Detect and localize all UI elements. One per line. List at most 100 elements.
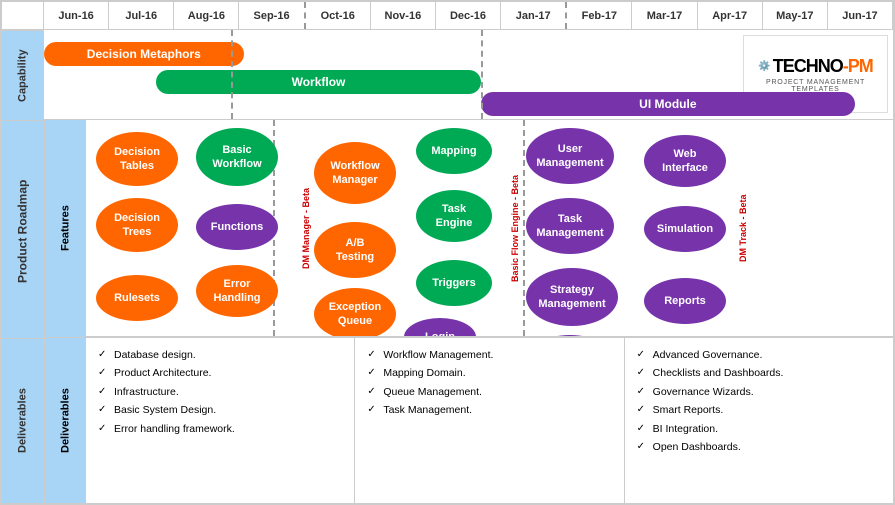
capability-bar-workflow: Workflow [156,70,480,94]
logo-subtitle: PROJECT MANAGEMENT TEMPLATES [748,79,883,93]
capability-row-label: Capability [2,30,43,120]
month-nov16: Nov-16 [371,2,436,29]
checkmark: ✓ [98,364,110,382]
cap-dashed-line-7 [481,30,483,119]
capability-bar-ui-module: UI Module [481,92,855,116]
month-jun17: Jun-17 [828,2,893,29]
features-label: Features [44,120,86,337]
deliverable-item: ✓Advanced Governance. [637,346,881,364]
deliverable-text: Error handling framework. [114,420,235,438]
oval-task-engine: Task Engine [416,190,492,242]
oval-workflow-manager: Workflow Manager [314,142,396,204]
month-jul16: Jul-16 [109,2,174,29]
deliverable-text: Checklists and Dashboards. [653,364,784,382]
deliverable-text: BI Integration. [653,420,718,438]
month-feb17: Feb-17 [567,2,632,29]
checkmark: ✓ [98,420,110,438]
deliverable-item: ✓Queue Management. [367,383,611,401]
deliverable-text: Smart Reports. [653,401,724,419]
month-jun16: Jun-16 [44,2,109,29]
checkmark: ✓ [637,401,649,419]
checkmark: ✓ [367,383,379,401]
oval-mapping: Mapping [416,128,492,174]
deliverables-col-0: ✓Database design.✓Product Architecture.✓… [86,338,355,503]
deliverable-item: ✓Open Dashboards. [637,438,881,456]
checkmark: ✓ [637,438,649,456]
month-apr17: Apr-17 [698,2,763,29]
oval-decision-tables: Decision Tables [96,132,178,186]
oval-triggers: Triggers [416,260,492,306]
month-may17: May-17 [763,2,828,29]
deliverables-section: Deliverables ✓Database design.✓Product A… [44,338,893,503]
cap-dashed-line-3 [231,30,233,119]
oval-web-interface: Web Interface [644,135,726,187]
deliverable-item: ✓Error handling framework. [98,420,342,438]
checkmark: ✓ [98,346,110,364]
checkmark: ✓ [367,364,379,382]
deliverables-col-1: ✓Workflow Management.✓Mapping Domain.✓Qu… [355,338,624,503]
checkmark: ✓ [637,364,649,382]
oval-decision-trees: Decision Trees [96,198,178,252]
beta-label: DM Manager - Beta [299,120,313,336]
corner-spacer [2,2,44,29]
checkmark: ✓ [637,420,649,438]
deliverable-text: Governance Wizards. [653,383,754,401]
deliverable-item: ✓Infrastructure. [98,383,342,401]
checkmark: ✓ [367,401,379,419]
deliverable-text: Database design. [114,346,196,364]
checkmark: ✓ [637,383,649,401]
month-dec16: Dec-16 [436,2,501,29]
deliverable-item: ✓Mapping Domain. [367,364,611,382]
logo-text: TECHNO-PM [773,56,873,77]
deliverable-text: Infrastructure. [114,383,179,401]
timeline-months: Jun-16Jul-16Aug-16Sep-16Oct-16Nov-16Dec-… [44,2,893,29]
product-roadmap-label: Product Roadmap [2,120,43,338]
deliverable-text: Task Management. [383,401,472,419]
deliverable-text: Product Architecture. [114,364,211,382]
checkmark: ✓ [98,383,110,401]
deliverable-item: ✓Product Architecture. [98,364,342,382]
oval-simulation: Simulation [644,206,726,252]
checkmark: ✓ [637,346,649,364]
deliverable-item: ✓Workflow Management. [367,346,611,364]
deliverable-item: ✓Smart Reports. [637,401,881,419]
deliverable-text: Advanced Governance. [653,346,763,364]
deliverables-col-2: ✓Advanced Governance.✓Checklists and Das… [625,338,893,503]
deliverable-text: Mapping Domain. [383,364,465,382]
deliverable-text: Queue Management. [383,383,482,401]
month-sep16: Sep-16 [239,2,305,29]
deliverable-text: Workflow Management. [383,346,493,364]
deliverable-text: Open Dashboards. [653,438,741,456]
oval-exception-queue: Exception Queue [314,288,396,337]
deliverables-label: Deliverables [44,338,86,503]
oval-task-management: Task Management [526,198,614,254]
month-aug16: Aug-16 [174,2,239,29]
oval-login: Login [404,318,476,337]
oval-error-handling: Error Handling [196,265,278,317]
oval-ab-testing: A/B Testing [314,222,396,278]
dashed-line-7 [523,120,525,336]
oval-basic-workflow: Basic Workflow [196,128,278,186]
deliverable-text: Basic System Design. [114,401,216,419]
deliverable-item: ✓Task Management. [367,401,611,419]
checkmark: ✓ [367,346,379,364]
beta-label: DM Track - Beta [736,120,750,336]
deliverable-item: ✓BI Integration. [637,420,881,438]
features-row: Decision TablesDecision TreesRulesetsBas… [86,120,893,337]
month-mar17: Mar-17 [632,2,697,29]
oval-reports: Reports [644,278,726,324]
deliverables-row-label: Deliverables [2,338,43,503]
timeline-header: Jun-16Jul-16Aug-16Sep-16Oct-16Nov-16Dec-… [2,2,893,30]
app-container: Jun-16Jul-16Aug-16Sep-16Oct-16Nov-16Dec-… [0,0,895,505]
deliverable-item: ✓Governance Wizards. [637,383,881,401]
checkmark: ✓ [98,401,110,419]
oval-functions: Functions [196,204,278,250]
month-jan17: Jan-17 [501,2,567,29]
oval-user-management: User Management [526,128,614,184]
beta-label: Basic Flow Engine - Beta [508,120,522,336]
deliverable-item: ✓Basic System Design. [98,401,342,419]
deliverable-item: ✓Database design. [98,346,342,364]
deliverable-item: ✓Checklists and Dashboards. [637,364,881,382]
capability-row: ⚙️ TECHNO-PM PROJECT MANAGEMENT TEMPLATE… [44,30,893,120]
month-oct16: Oct-16 [306,2,371,29]
